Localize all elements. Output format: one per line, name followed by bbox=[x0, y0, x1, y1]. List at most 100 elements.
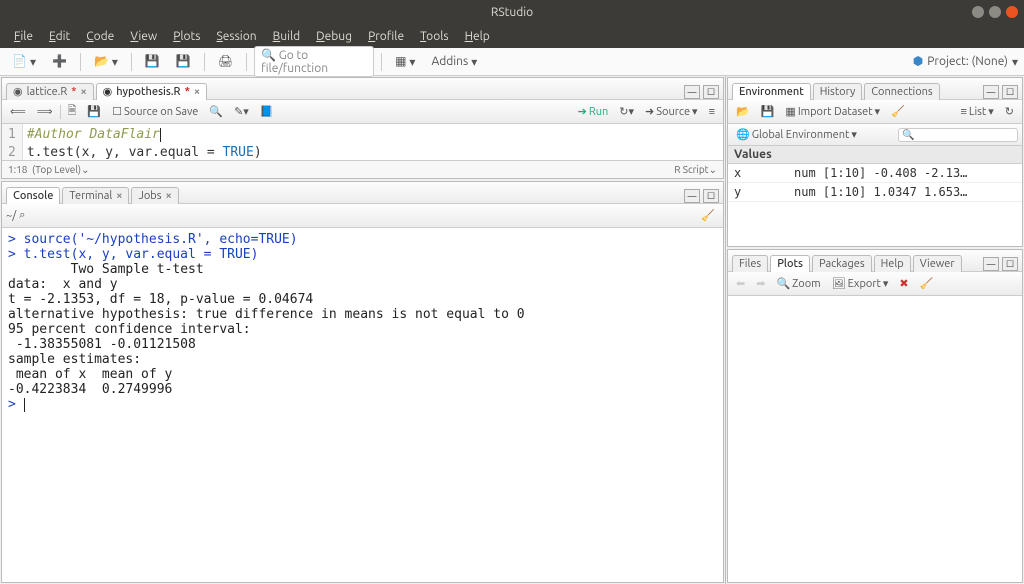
window-minimize-icon[interactable] bbox=[972, 6, 984, 18]
import-dataset-button[interactable]: ▦ Import Dataset ▾ bbox=[781, 104, 884, 119]
env-var-value: num [1:10] 1.0347 1.653… bbox=[794, 185, 1016, 199]
plot-canvas bbox=[728, 296, 1022, 582]
tab-files[interactable]: Files bbox=[732, 255, 768, 272]
pane-maximize-button[interactable]: ☐ bbox=[1002, 257, 1018, 271]
export-label: Export bbox=[848, 278, 881, 290]
list-view-button[interactable]: ≡ List ▾ bbox=[956, 104, 997, 119]
save-all-button[interactable]: 💾 bbox=[170, 53, 197, 71]
load-workspace-button[interactable]: 📂 bbox=[732, 104, 754, 119]
console-pane: Console Terminal × Jobs × — ☐ ~/ ⌕ 🧹 > s… bbox=[1, 181, 724, 583]
forward-button[interactable]: ⟹ bbox=[33, 104, 57, 119]
tab-environment[interactable]: Environment bbox=[732, 83, 811, 100]
console-toolbar: ~/ ⌕ 🧹 bbox=[2, 204, 723, 228]
menu-build[interactable]: Build bbox=[267, 28, 307, 45]
close-icon[interactable]: × bbox=[194, 86, 200, 98]
pane-maximize-button[interactable]: ☐ bbox=[1002, 85, 1018, 99]
tab-terminal[interactable]: Terminal × bbox=[62, 187, 129, 204]
pane-minimize-button[interactable]: — bbox=[684, 189, 700, 203]
plot-next-button[interactable]: ➡ bbox=[752, 276, 769, 291]
back-button[interactable]: ⟸ bbox=[6, 104, 30, 119]
env-var-value: num [1:10] -0.408 -2.13… bbox=[794, 166, 1016, 180]
goto-input[interactable]: 🔍 Go to file/function bbox=[254, 46, 374, 77]
menubar: File Edit Code View Plots Session Build … bbox=[0, 24, 1024, 48]
compile-button[interactable]: 📘 bbox=[256, 104, 278, 119]
tab-console[interactable]: Console bbox=[6, 187, 60, 204]
tab-jobs[interactable]: Jobs × bbox=[131, 187, 178, 204]
pane-minimize-button[interactable]: — bbox=[684, 85, 700, 99]
menu-file[interactable]: File bbox=[8, 28, 39, 45]
tab-packages[interactable]: Packages bbox=[812, 255, 872, 272]
save-button[interactable]: 💾 bbox=[83, 104, 105, 119]
sos-label: Source on Save bbox=[124, 106, 198, 118]
menu-code[interactable]: Code bbox=[80, 28, 120, 45]
env-section-values: Values bbox=[728, 146, 1022, 164]
run-button[interactable]: ➔ Run bbox=[574, 104, 613, 119]
menu-edit[interactable]: Edit bbox=[43, 28, 76, 45]
source-tab-lattice[interactable]: ◉ lattice.R* × bbox=[6, 83, 94, 100]
plot-prev-button[interactable]: ⬅ bbox=[732, 276, 749, 291]
source-toolbar: ⟸ ⟹ 🗎 💾 ☐ Source on Save 🔍 ✎▾ 📘 ➔ Run ↻▾… bbox=[2, 100, 723, 124]
show-doc-button[interactable]: 🗎 bbox=[64, 101, 81, 122]
wand-button[interactable]: ✎▾ bbox=[230, 104, 253, 119]
run-label: Run bbox=[589, 106, 608, 118]
env-scope-button[interactable]: 🌐 Global Environment ▾ bbox=[732, 127, 861, 142]
zoom-label: Zoom bbox=[792, 278, 821, 290]
window-maximize-icon[interactable] bbox=[989, 6, 1001, 18]
window-title: RStudio bbox=[491, 6, 533, 19]
env-row[interactable]: y num [1:10] 1.0347 1.653… bbox=[728, 183, 1022, 202]
export-button[interactable]: 🖼 Export ▾ bbox=[828, 276, 893, 291]
environment-pane: Environment History Connections — ☐ 📂 💾 … bbox=[727, 77, 1023, 247]
list-label: List bbox=[969, 106, 986, 118]
save-workspace-button[interactable]: 💾 bbox=[757, 104, 779, 119]
file-type-label[interactable]: R Script bbox=[674, 164, 708, 175]
new-file-button[interactable]: 📄▾ bbox=[6, 52, 42, 72]
open-file-button[interactable]: 📂▾ bbox=[88, 52, 124, 72]
source-on-save-check[interactable]: ☐ Source on Save bbox=[108, 104, 202, 119]
clear-console-button[interactable]: 🧹 bbox=[697, 208, 719, 223]
source-tab-hypothesis[interactable]: ◉ hypothesis.R* × bbox=[96, 83, 207, 100]
pane-maximize-button[interactable]: ☐ bbox=[703, 85, 719, 99]
tab-label: hypothesis.R bbox=[116, 86, 180, 98]
find-button[interactable]: 🔍 bbox=[205, 104, 227, 119]
tab-plots[interactable]: Plots bbox=[770, 255, 810, 272]
addins-button[interactable]: Addins ▾ bbox=[425, 52, 483, 72]
outline-button[interactable]: ≡ bbox=[705, 105, 719, 119]
menu-profile[interactable]: Profile bbox=[362, 28, 410, 45]
tab-help[interactable]: Help bbox=[874, 255, 911, 272]
console-tabstrip: Console Terminal × Jobs × — ☐ bbox=[2, 182, 723, 204]
console-output[interactable]: > source('~/hypothesis.R', echo=TRUE)> t… bbox=[2, 228, 723, 582]
close-icon[interactable]: × bbox=[80, 86, 86, 98]
code-line: #Author DataFlair bbox=[27, 127, 160, 142]
env-search-input[interactable]: 🔍 bbox=[898, 128, 1018, 142]
source-editor[interactable]: 1 2 #Author DataFlair t.test(x, y, var.e… bbox=[2, 124, 723, 160]
source-button[interactable]: ➜ Source ▾ bbox=[641, 104, 702, 119]
menu-debug[interactable]: Debug bbox=[310, 28, 358, 45]
zoom-button[interactable]: 🔍 Zoom bbox=[772, 276, 824, 291]
clear-plots-button[interactable]: 🧹 bbox=[916, 276, 938, 291]
remove-plot-button[interactable]: ✖ bbox=[895, 276, 912, 291]
pane-minimize-button[interactable]: — bbox=[983, 257, 999, 271]
tab-viewer[interactable]: Viewer bbox=[913, 255, 962, 272]
menu-view[interactable]: View bbox=[124, 28, 163, 45]
menu-help[interactable]: Help bbox=[459, 28, 496, 45]
env-row[interactable]: x num [1:10] -0.408 -2.13… bbox=[728, 164, 1022, 183]
refresh-env-button[interactable]: ↻ bbox=[1001, 104, 1018, 119]
menu-session[interactable]: Session bbox=[210, 28, 262, 45]
menu-tools[interactable]: Tools bbox=[414, 28, 455, 45]
clear-env-button[interactable]: 🧹 bbox=[887, 104, 909, 119]
rerun-button[interactable]: ↻▾ bbox=[615, 104, 638, 119]
project-menu[interactable]: ⬢ Project: (None) ▾ bbox=[913, 55, 1018, 69]
grid-button[interactable]: ▦▾ bbox=[389, 52, 421, 72]
pane-minimize-button[interactable]: — bbox=[983, 85, 999, 99]
r-file-icon: ◉ bbox=[13, 87, 23, 98]
print-button[interactable]: 🖨 bbox=[212, 53, 239, 71]
tab-history[interactable]: History bbox=[813, 83, 863, 100]
window-close-icon[interactable] bbox=[1006, 6, 1018, 18]
tab-connections[interactable]: Connections bbox=[864, 83, 939, 100]
menu-plots[interactable]: Plots bbox=[167, 28, 206, 45]
pane-maximize-button[interactable]: ☐ bbox=[703, 189, 719, 203]
new-project-button[interactable]: ➕ bbox=[46, 53, 73, 71]
env-toolbar: 📂 💾 ▦ Import Dataset ▾ 🧹 ≡ List ▾ ↻ bbox=[728, 100, 1022, 124]
save-button[interactable]: 💾 bbox=[139, 53, 166, 71]
scope-label[interactable]: (Top Level) bbox=[32, 164, 81, 175]
